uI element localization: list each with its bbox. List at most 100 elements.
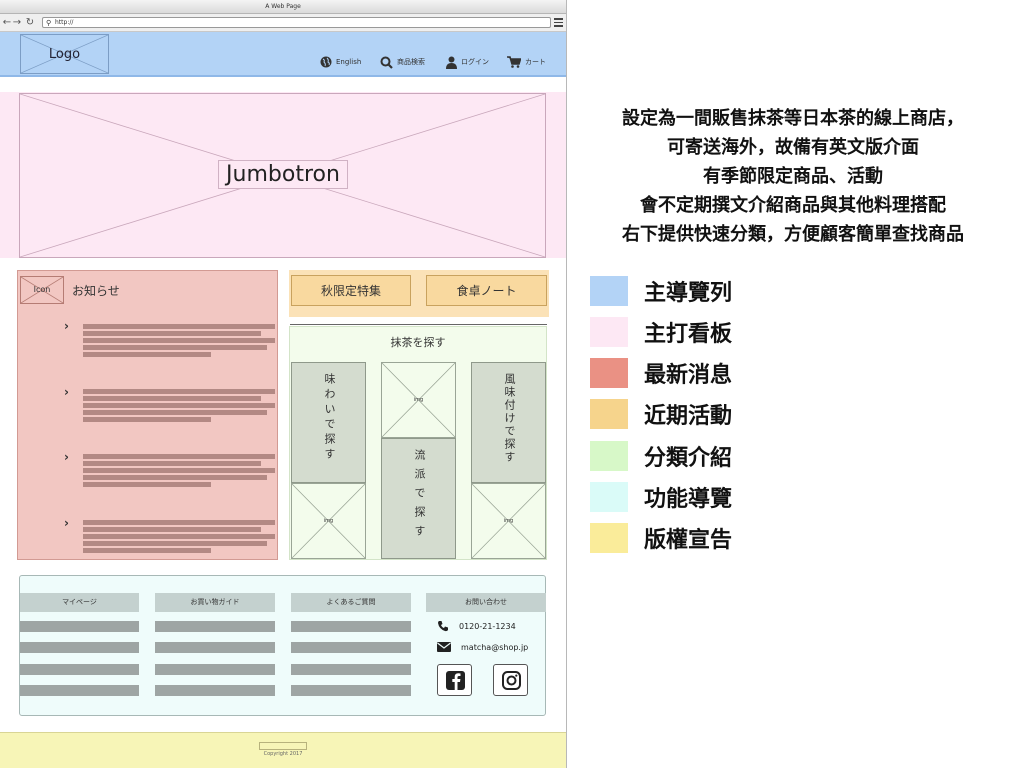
legend-item: 最新消息 — [590, 358, 732, 388]
description-line: 設定為一間販售抹茶等日本茶的線上商店， — [622, 108, 964, 129]
chevron-right-icon: › — [64, 516, 69, 530]
main-navbar: Logo English 商品検索 ログイン カート — [0, 32, 566, 77]
campaign-autumn-button[interactable]: 秋限定特集 — [291, 275, 411, 306]
reload-icon[interactable]: ↻ — [25, 17, 35, 28]
footer-email[interactable]: matcha@shop.jp — [437, 642, 528, 652]
news-item[interactable] — [83, 454, 276, 490]
legend-label: 功能導覽 — [644, 487, 733, 512]
category-school-label: 流派で探す — [413, 449, 426, 544]
category-taste-button[interactable]: 味わいで探す — [291, 362, 366, 483]
nav-search-label: 商品検索 — [397, 58, 425, 66]
copyright-text: Copyright 2017 — [263, 751, 303, 757]
news-icon: Icon — [20, 276, 64, 304]
footer-email-label: matcha@shop.jp — [461, 642, 529, 652]
footer-link[interactable] — [155, 664, 275, 675]
footer-phone-label: 0120-21-1234 — [459, 621, 516, 631]
nav-cart-label: カート — [525, 58, 546, 66]
legend-item: 主打看板 — [590, 317, 732, 347]
description-line: 右下提供快速分類，方便顧客簡單查找商品 — [622, 224, 964, 245]
logo-text: Logo — [48, 47, 81, 62]
user-icon — [446, 56, 457, 69]
footer-link[interactable] — [20, 664, 139, 675]
url-bar[interactable]: ⚲ http:// — [42, 17, 551, 28]
legend-label: 近期活動 — [644, 404, 733, 429]
news-item[interactable] — [83, 324, 276, 360]
instagram-icon — [502, 671, 521, 690]
image-placeholder-label: img — [413, 397, 424, 403]
forward-icon[interactable]: → — [12, 17, 22, 28]
legend-item: 主導覽列 — [590, 276, 732, 306]
facebook-button[interactable] — [437, 664, 472, 696]
image-placeholder-label: img — [503, 518, 514, 524]
footer-faq-header[interactable]: よくあるご質問 — [291, 593, 411, 612]
legend-swatch — [590, 523, 628, 553]
chevron-right-icon: › — [64, 319, 69, 333]
description-line: 可寄送海外，故備有英文版介面 — [667, 137, 919, 158]
footer-link[interactable] — [291, 621, 411, 632]
image-placeholder-label: img — [323, 518, 334, 524]
copyright-placeholder — [259, 742, 307, 750]
legend-item: 近期活動 — [590, 399, 732, 429]
category-school-image: img — [381, 362, 456, 438]
category-school-button[interactable]: 流派で探す — [381, 438, 456, 559]
category-flavor-image: img — [471, 483, 546, 559]
cart-icon — [507, 56, 521, 68]
url-text: http:// — [55, 19, 74, 26]
jumbotron-label: Jumbotron — [218, 160, 348, 189]
category-flavor-label: 風味付けで探す — [503, 373, 516, 464]
description-line: 有季節限定商品、活動 — [703, 166, 883, 187]
news-title: お知らせ — [72, 284, 120, 298]
browser-toolbar: ← → ↻ ⚲ http:// — [0, 14, 566, 32]
envelope-icon — [437, 642, 451, 652]
news-item[interactable] — [83, 389, 276, 425]
legend-label: 主導覽列 — [644, 281, 733, 306]
nav-login-label: ログイン — [461, 58, 489, 66]
category-flavor-button[interactable]: 風味付けで探す — [471, 362, 546, 483]
legend-label: 版權宣告 — [644, 528, 733, 553]
news-item[interactable] — [83, 520, 276, 556]
instagram-button[interactable] — [493, 664, 528, 696]
news-icon-label: Icon — [33, 285, 51, 294]
copyright-section — [0, 732, 566, 768]
footer-link[interactable] — [20, 685, 139, 696]
footer-mypage-header[interactable]: マイページ — [20, 593, 139, 612]
campaign-table-note-button[interactable]: 食卓ノート — [426, 275, 547, 306]
category-taste-image: img — [291, 483, 366, 559]
footer-link[interactable] — [155, 621, 275, 632]
nav-cart[interactable]: カート — [507, 55, 546, 69]
nav-search[interactable]: 商品検索 — [380, 55, 425, 69]
legend-label: 主打看板 — [644, 322, 733, 347]
logo[interactable]: Logo — [20, 34, 109, 74]
search-icon — [380, 56, 393, 69]
footer-link[interactable] — [20, 642, 139, 653]
legend-swatch — [590, 399, 628, 429]
nav-english-label: English — [336, 58, 362, 66]
footer-link[interactable] — [155, 642, 275, 653]
footer-phone[interactable]: 0120-21-1234 — [437, 620, 516, 632]
footer-link[interactable] — [291, 642, 411, 653]
globe-icon — [320, 56, 332, 68]
legend-swatch — [590, 482, 628, 512]
footer-link[interactable] — [291, 664, 411, 675]
nav-login[interactable]: ログイン — [446, 55, 489, 69]
footer-link[interactable] — [291, 685, 411, 696]
legend-item: 功能導覽 — [590, 482, 732, 512]
footer-link[interactable] — [20, 621, 139, 632]
back-icon[interactable]: ← — [2, 17, 12, 28]
legend-label: 最新消息 — [644, 363, 733, 388]
legend-item: 版權宣告 — [590, 523, 732, 553]
phone-icon — [438, 621, 448, 632]
footer-guide-header[interactable]: お買い物ガイド — [155, 593, 275, 612]
category-taste-label: 味わいで探す — [323, 373, 336, 463]
hamburger-menu-icon[interactable] — [554, 18, 563, 27]
legend-swatch — [590, 358, 628, 388]
footer-link[interactable] — [155, 685, 275, 696]
footer-contact-header[interactable]: お問い合わせ — [426, 593, 546, 612]
legend-swatch — [590, 317, 628, 347]
chevron-right-icon: › — [64, 450, 69, 464]
nav-english[interactable]: English — [320, 55, 361, 69]
wireframe-description: 設定為一間販售抹茶等日本茶的線上商店， 可寄送海外，故備有英文版介面 有季節限定… — [578, 104, 1008, 249]
browser-title: A Web Page — [0, 0, 566, 14]
facebook-icon — [446, 671, 465, 690]
legend-label: 分類介紹 — [644, 446, 733, 471]
